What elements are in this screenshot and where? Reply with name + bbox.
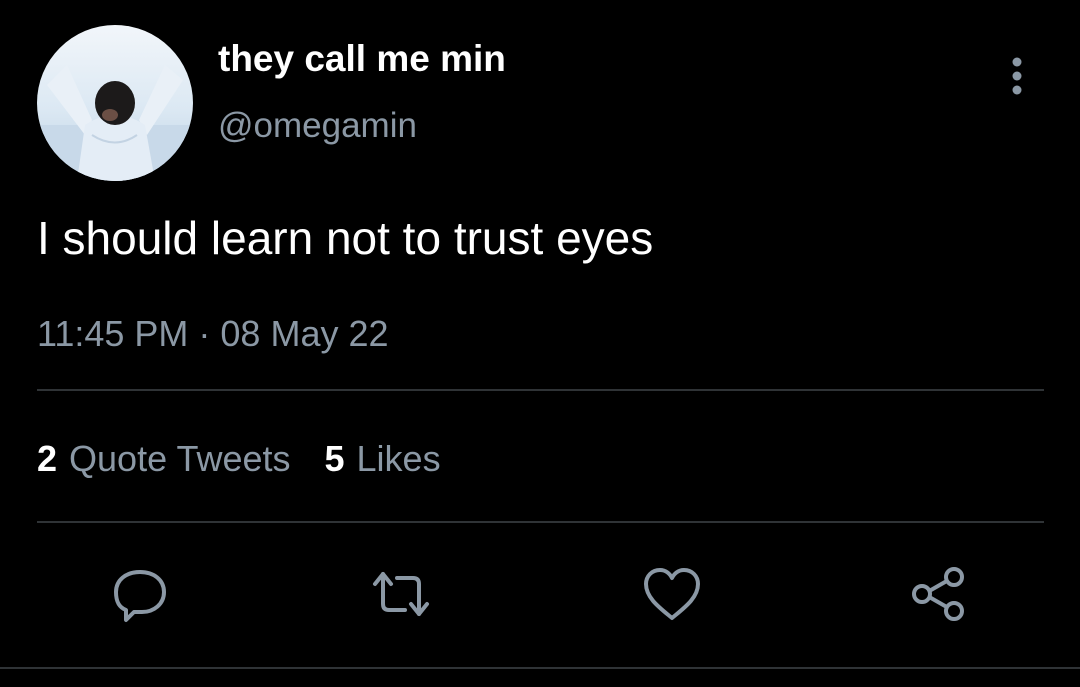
- likes-count: 5: [324, 438, 345, 479]
- reply-button[interactable]: [108, 562, 172, 626]
- like-icon: [644, 568, 700, 620]
- quote-tweets-stat[interactable]: 2 Quote Tweets: [37, 438, 291, 480]
- engagement-stats: 2 Quote Tweets 5 Likes: [37, 438, 441, 480]
- tweet-timestamp[interactable]: 11:45 PM · 08 May 22: [37, 313, 389, 355]
- avatar[interactable]: [37, 25, 193, 181]
- like-button[interactable]: [640, 562, 704, 626]
- likes-stat[interactable]: 5 Likes: [325, 438, 441, 480]
- share-icon: [912, 567, 964, 621]
- author-handle[interactable]: @omegamin: [218, 106, 417, 146]
- author-display-name[interactable]: they call me min: [218, 38, 506, 80]
- likes-label: Likes: [356, 438, 441, 479]
- divider: [37, 521, 1044, 523]
- more-options-button[interactable]: [995, 52, 1039, 100]
- retweet-button[interactable]: [369, 562, 433, 626]
- tweet-text: I should learn not to trust eyes: [37, 212, 654, 264]
- divider: [37, 389, 1044, 391]
- divider: [0, 667, 1080, 669]
- avatar-image: [37, 25, 193, 181]
- share-button[interactable]: [906, 562, 970, 626]
- retweet-icon: [373, 572, 429, 616]
- quote-tweets-label: Quote Tweets: [69, 438, 291, 479]
- quote-tweets-count: 2: [37, 438, 58, 479]
- more-vertical-icon: [1012, 57, 1022, 95]
- reply-icon: [114, 570, 166, 622]
